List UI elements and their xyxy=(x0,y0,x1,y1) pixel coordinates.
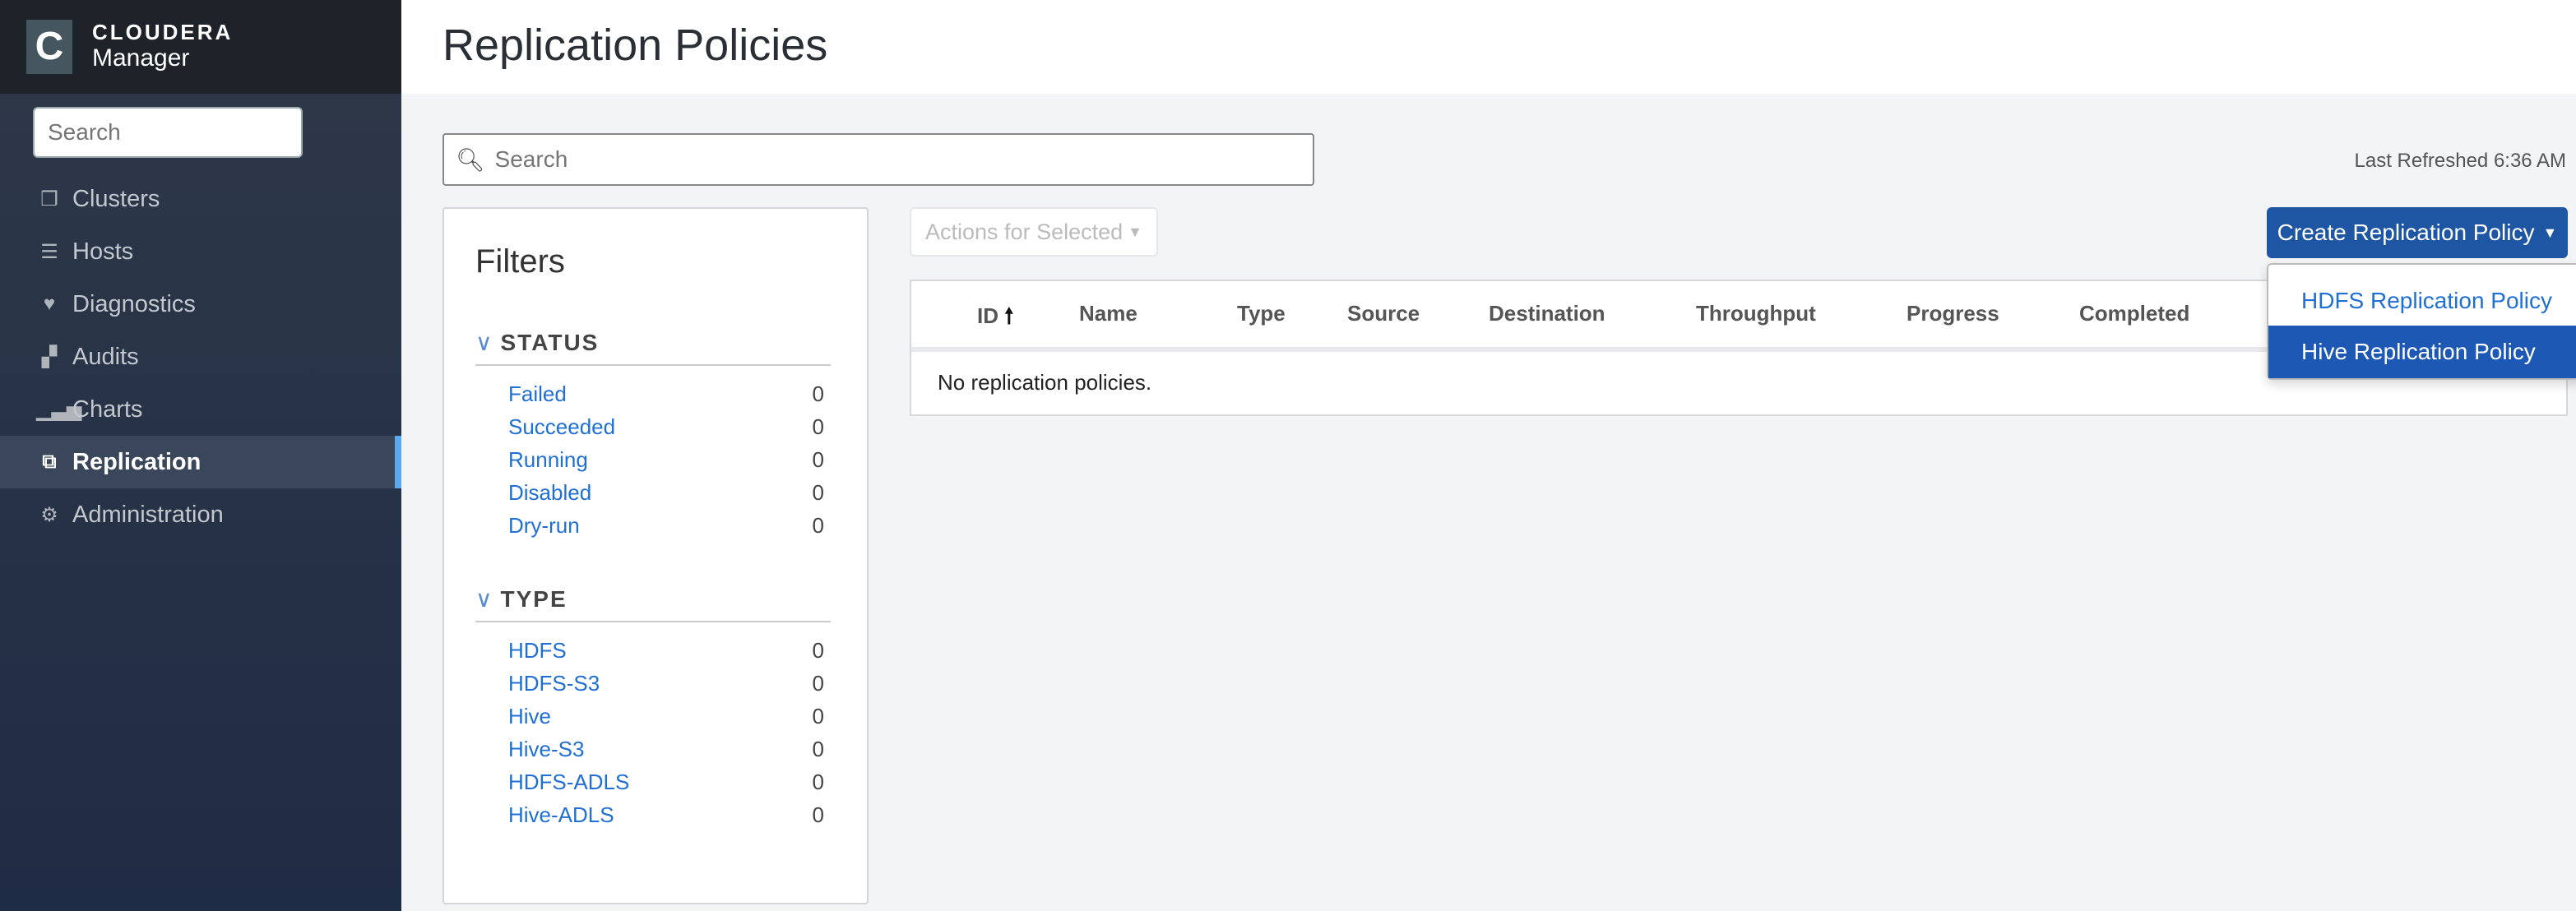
sidebar-item-label: Hosts xyxy=(72,238,134,265)
filter-type-toggle[interactable]: ∨ TYPE xyxy=(475,585,831,622)
column-header-name[interactable]: Name xyxy=(1079,301,1137,326)
sidebar-item-audits[interactable]: ▞ Audits xyxy=(0,331,401,383)
create-policy-dropdown: HDFS Replication Policy Hive Replication… xyxy=(2267,263,2576,380)
last-refreshed: Last Refreshed 6:36 AM xyxy=(2354,150,2566,172)
brand-name: CLOUDERA xyxy=(92,20,234,44)
filter-link-running[interactable]: Running xyxy=(508,447,588,473)
column-header-throughput[interactable]: Throughput xyxy=(1696,301,1816,326)
filter-link-disabled[interactable]: Disabled xyxy=(508,480,591,506)
cloudera-logo-icon[interactable]: C xyxy=(26,20,72,74)
sidebar-item-hosts[interactable]: ☰ Hosts xyxy=(0,225,401,278)
sidebar-nav: ❒ Clusters ☰ Hosts ♥ Diagnostics ▞ Audits ▁▃… xyxy=(0,173,401,541)
page-header: Replication Policies xyxy=(401,0,2576,94)
filter-row: Succeeded 0 xyxy=(475,410,824,443)
sidebar-item-label: Replication xyxy=(72,448,202,475)
copy-icon: ⧉ xyxy=(42,451,57,473)
heartbeat-icon: ♥ xyxy=(43,293,56,315)
sidebar-search-input[interactable] xyxy=(33,107,303,158)
filter-count: 0 xyxy=(812,802,824,827)
filter-row: HDFS-S3 0 xyxy=(475,667,824,700)
filter-link-dry-run[interactable]: Dry-run xyxy=(508,513,580,539)
sidebar-item-label: Administration xyxy=(72,501,224,528)
caret-down-icon: ▼ xyxy=(1128,223,1142,240)
sort-ascending-icon: 🠕︎ xyxy=(1004,303,1014,328)
filter-link-hdfs[interactable]: HDFS xyxy=(508,638,567,664)
sidebar-item-replication[interactable]: ⧉ Replication xyxy=(0,436,401,488)
filter-row: Hive 0 xyxy=(475,700,824,733)
menu-item-hdfs-replication-policy[interactable]: HDFS Replication Policy xyxy=(2268,275,2576,327)
filter-row: HDFS 0 xyxy=(475,634,824,667)
filter-link-hdfs-s3[interactable]: HDFS-S3 xyxy=(508,671,600,696)
filter-heading: TYPE xyxy=(500,586,568,612)
filter-count: 0 xyxy=(812,769,824,794)
menu-item-hive-replication-policy[interactable]: Hive Replication Policy xyxy=(2268,326,2576,378)
filter-link-succeeded[interactable]: Succeeded xyxy=(508,414,615,440)
filter-row: Failed 0 xyxy=(475,377,824,410)
bar-chart-icon: ▁▃▅ xyxy=(36,398,82,421)
column-header-progress[interactable]: Progress xyxy=(1907,301,1999,326)
brand-sub: Manager xyxy=(92,44,190,72)
filter-link-hive-s3[interactable]: Hive-S3 xyxy=(508,737,584,762)
sidebar-item-administration[interactable]: ⚙ Administration xyxy=(0,488,401,541)
create-replication-policy-button[interactable]: Create Replication Policy ▼ xyxy=(2267,207,2568,258)
gear-icon: ⚙ xyxy=(40,503,58,526)
filter-count: 0 xyxy=(812,446,824,472)
filter-heading: STATUS xyxy=(500,330,600,355)
filter-status-toggle[interactable]: ∨ STATUS xyxy=(475,329,831,366)
filter-count: 0 xyxy=(812,381,824,406)
empty-message: No replication policies. xyxy=(938,370,1152,395)
column-header-id[interactable]: ID 🠕︎ xyxy=(977,301,1013,337)
filter-row: Hive-S3 0 xyxy=(475,733,824,765)
filter-count: 0 xyxy=(812,703,824,728)
filter-link-hdfs-adls[interactable]: HDFS-ADLS xyxy=(508,770,629,795)
filter-link-hive[interactable]: Hive xyxy=(508,704,551,729)
page-title: Replication Policies xyxy=(442,21,828,70)
actions-for-selected-button[interactable]: Actions for Selected ▼ xyxy=(910,207,1158,257)
create-label: Create Replication Policy xyxy=(2277,220,2535,245)
filter-count: 0 xyxy=(812,637,824,663)
server-icon: ☰ xyxy=(40,240,58,263)
sidebar-item-charts[interactable]: ▁▃▅ Charts xyxy=(0,383,401,436)
filter-section-status: ∨ STATUS Failed 0 Succeeded 0 Running 0 Disa… xyxy=(475,329,831,542)
filter-count: 0 xyxy=(812,736,824,761)
cubes-icon: ❒ xyxy=(40,187,58,210)
column-header-type[interactable]: Type xyxy=(1237,301,1286,326)
sidebar: C CLOUDERA Manager ❒ Clusters ☰ Hosts ♥ Dia… xyxy=(0,0,401,911)
filter-row: Running 0 xyxy=(475,443,824,476)
sidebar-item-diagnostics[interactable]: ♥ Diagnostics xyxy=(0,278,401,331)
search-icon: 🔍︎ xyxy=(456,146,485,173)
filter-count: 0 xyxy=(812,414,824,439)
sidebar-item-label: Audits xyxy=(72,343,139,370)
filter-row: Disabled 0 xyxy=(475,476,824,509)
brand-header: C CLOUDERA Manager xyxy=(0,0,401,94)
filter-row: Dry-run 0 xyxy=(475,509,824,542)
column-header-destination[interactable]: Destination xyxy=(1489,301,1605,326)
binoculars-icon: ▞ xyxy=(41,345,58,368)
policy-search-input[interactable] xyxy=(491,145,1288,174)
chevron-down-icon: ∨ xyxy=(475,586,494,612)
filters-title: Filters xyxy=(475,243,565,280)
column-header-completed[interactable]: Completed xyxy=(2079,301,2189,326)
filter-count: 0 xyxy=(812,479,824,505)
actions-label: Actions for Selected xyxy=(925,219,1124,244)
sidebar-item-clusters[interactable]: ❒ Clusters xyxy=(0,173,401,225)
filter-row: HDFS-ADLS 0 xyxy=(475,765,824,798)
sidebar-item-label: Diagnostics xyxy=(72,290,196,317)
policy-search[interactable]: 🔍︎ xyxy=(442,133,1314,186)
filter-count: 0 xyxy=(812,670,824,696)
filter-link-hive-adls[interactable]: Hive-ADLS xyxy=(508,802,614,828)
filter-section-type: ∨ TYPE HDFS 0 HDFS-S3 0 Hive 0 Hive-S3 0 HDFS… xyxy=(475,585,831,831)
filter-link-failed[interactable]: Failed xyxy=(508,382,567,407)
sidebar-item-label: Clusters xyxy=(72,185,160,212)
column-header-source[interactable]: Source xyxy=(1347,301,1420,326)
caret-down-icon: ▼ xyxy=(2542,224,2558,241)
filter-count: 0 xyxy=(812,512,824,538)
chevron-down-icon: ∨ xyxy=(475,330,494,355)
filter-row: Hive-ADLS 0 xyxy=(475,798,824,831)
sidebar-item-label: Charts xyxy=(72,395,143,423)
filters-panel: Filters ∨ STATUS Failed 0 Succeeded 0 Runni… xyxy=(442,207,869,904)
